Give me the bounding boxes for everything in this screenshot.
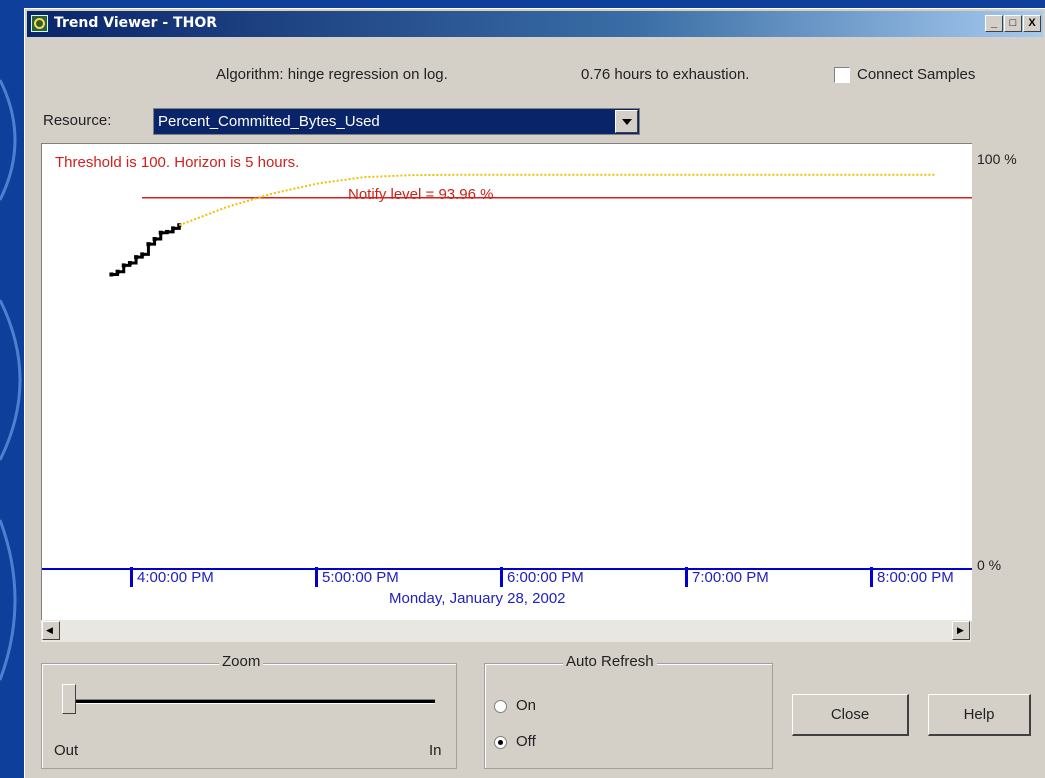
x-tick-mark: [500, 567, 503, 587]
sample-point: [127, 261, 132, 266]
chart-canvas: [42, 173, 972, 570]
x-tick-mark: [315, 567, 318, 587]
sample-point: [115, 269, 120, 274]
auto-refresh-on-radio[interactable]: [494, 700, 507, 713]
x-tick-mark: [130, 567, 133, 587]
x-tick-label: 7:00:00 PM: [692, 569, 769, 586]
x-tick-mark: [685, 567, 688, 587]
app-icon: [31, 15, 48, 32]
sample-point: [164, 229, 169, 234]
help-button[interactable]: Help: [928, 694, 1031, 736]
sample-point: [158, 230, 163, 235]
zoom-slider-track[interactable]: [68, 699, 435, 704]
sample-point: [152, 237, 157, 242]
auto-refresh-group: [484, 663, 773, 769]
x-tick-label: 6:00:00 PM: [507, 569, 584, 586]
chevron-down-icon[interactable]: [615, 110, 638, 133]
zoom-out-label: Out: [54, 742, 79, 759]
close-button[interactable]: Close: [792, 694, 909, 736]
y-tick-label-top: 100 %: [977, 151, 1017, 167]
maximize-button[interactable]: □: [1004, 15, 1022, 32]
resource-select[interactable]: Percent_Committed_Bytes_Used: [153, 108, 640, 135]
auto-refresh-on-label[interactable]: On: [516, 697, 536, 714]
zoom-legend: Zoom: [219, 653, 264, 670]
resource-selected-value: Percent_Committed_Bytes_Used: [158, 113, 380, 130]
minimize-button[interactable]: _: [985, 15, 1003, 32]
x-tick-label: 8:00:00 PM: [877, 569, 954, 586]
sample-point: [140, 252, 145, 257]
notify-level-annotation: Notify level = 93.96 %: [348, 186, 494, 203]
resource-label: Resource:: [43, 112, 112, 129]
exhaustion-text: 0.76 hours to exhaustion.: [581, 66, 750, 83]
zoom-group: [41, 663, 457, 769]
connect-samples-checkbox[interactable]: [834, 67, 850, 83]
horizontal-scrollbar[interactable]: ◀ ▶: [41, 620, 971, 642]
trend-chart: Threshold is 100. Horizon is 5 hours. No…: [41, 143, 972, 621]
auto-refresh-off-radio[interactable]: [494, 736, 507, 749]
sample-point: [121, 263, 126, 268]
y-tick-label-bottom: 0 %: [977, 557, 1002, 573]
window-title: Trend Viewer - THOR: [54, 15, 217, 31]
algorithm-text: Algorithm: hinge regression on log.: [216, 66, 448, 83]
title-bar[interactable]: Trend Viewer - THOR _ □ X: [27, 11, 1043, 37]
threshold-annotation: Threshold is 100. Horizon is 5 hours.: [55, 154, 300, 171]
trend-viewer-window: Trend Viewer - THOR _ □ X Algorithm: hin…: [24, 8, 1045, 778]
sample-point: [134, 255, 139, 260]
close-window-button[interactable]: X: [1023, 15, 1041, 32]
scroll-left-button[interactable]: ◀: [42, 621, 60, 640]
projection-line: [178, 173, 935, 227]
x-tick-mark: [870, 567, 873, 587]
scroll-right-button[interactable]: ▶: [952, 621, 970, 640]
x-tick-label: 4:00:00 PM: [137, 569, 214, 586]
x-axis-date-label: Monday, January 28, 2002: [389, 590, 566, 607]
auto-refresh-off-label[interactable]: Off: [516, 733, 536, 750]
arrow-left-icon: ◀: [46, 625, 53, 635]
x-tick-label: 5:00:00 PM: [322, 569, 399, 586]
sample-point: [171, 226, 176, 231]
auto-refresh-legend: Auto Refresh: [563, 653, 657, 670]
zoom-slider-thumb[interactable]: [62, 684, 76, 714]
zoom-in-label: In: [429, 742, 442, 759]
samples-line: [111, 225, 181, 276]
sample-point: [146, 242, 151, 247]
connect-samples-label[interactable]: Connect Samples: [857, 66, 975, 83]
arrow-right-icon: ▶: [957, 625, 964, 635]
sample-point: [109, 272, 114, 277]
